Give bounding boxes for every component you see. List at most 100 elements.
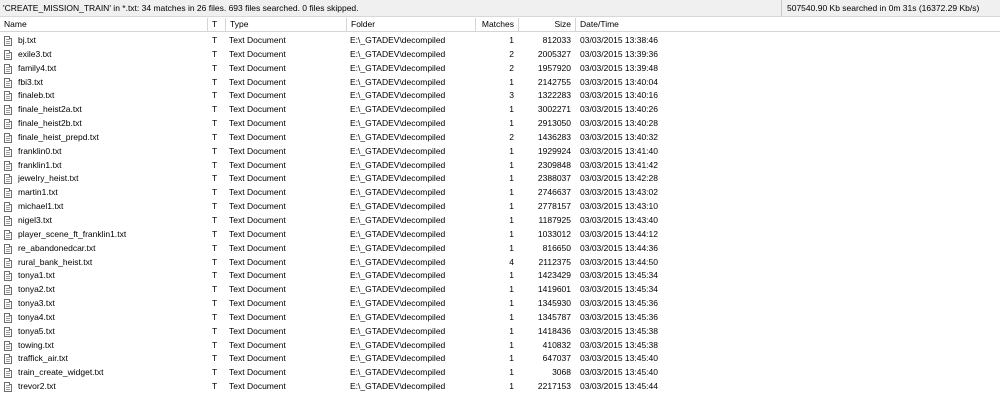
column-header-name[interactable]: Name <box>0 18 208 31</box>
row-size: 410832 <box>542 339 571 350</box>
table-row[interactable]: martin1.txt T Text Document E:\_GTADEV\deco… <box>0 186 1000 200</box>
row-datetime: 03/03/2015 13:42:28 <box>580 173 658 184</box>
row-size: 2309848 <box>537 159 571 170</box>
table-row[interactable]: rural_bank_heist.txt T Text Document E:\_GT… <box>0 256 1000 270</box>
text-file-icon <box>4 160 12 171</box>
table-row[interactable]: tonya2.txt T Text Document E:\_GTADEV\decom… <box>0 283 1000 297</box>
column-header-t[interactable]: T <box>208 18 226 31</box>
size-summary-text: 507540.90 Kb searched in 0m 31s (16372.2… <box>787 3 980 13</box>
row-matches: 1 <box>509 35 514 45</box>
row-folder: E:\_GTADEV\decompiled <box>350 367 446 378</box>
table-row[interactable]: franklin1.txt T Text Document E:\_GTADEV\de… <box>0 159 1000 173</box>
table-row[interactable]: train_create_widget.txt T Text Document E:\… <box>0 366 1000 380</box>
text-file-icon <box>4 340 12 351</box>
row-file-name: tonya3.txt <box>18 298 55 309</box>
row-datetime: 03/03/2015 13:43:40 <box>580 214 658 225</box>
row-size: 1418436 <box>537 325 571 336</box>
row-folder: E:\_GTADEV\decompiled <box>350 228 446 239</box>
row-size: 2142755 <box>537 76 571 87</box>
table-row[interactable]: tonya3.txt T Text Document E:\_GTADEV\decom… <box>0 297 1000 311</box>
table-row[interactable]: exile3.txt T Text Document E:\_GTADEV\decom… <box>0 48 1000 62</box>
table-row[interactable]: jewelry_heist.txt T Text Document E:\_GTADE… <box>0 172 1000 186</box>
row-datetime: 03/03/2015 13:40:26 <box>580 104 658 115</box>
table-row[interactable]: finale_heist2a.txt T Text Document E:\_GTAD… <box>0 103 1000 117</box>
table-row[interactable]: tonya5.txt T Text Document E:\_GTADEV\decom… <box>0 325 1000 339</box>
row-folder: E:\_GTADEV\decompiled <box>350 298 446 309</box>
row-folder: E:\_GTADEV\decompiled <box>350 145 446 156</box>
row-matches: 1 <box>509 173 514 184</box>
row-file-name: finale_heist2a.txt <box>18 104 82 115</box>
row-matches: 1 <box>509 228 514 239</box>
text-file-icon <box>4 215 12 226</box>
row-type: Text Document <box>229 48 286 59</box>
row-size: 2217153 <box>537 381 571 392</box>
column-header-datetime[interactable]: Date/Time <box>576 18 1000 31</box>
column-header-type[interactable]: Type <box>226 18 347 31</box>
row-folder: E:\_GTADEV\decompiled <box>350 104 446 115</box>
row-folder: E:\_GTADEV\decompiled <box>350 48 446 59</box>
results-list: bj.txt T Text Document E:\_GTADEV\decompile… <box>0 34 1000 394</box>
row-type: Text Document <box>229 35 286 45</box>
table-row[interactable]: finale_heist2b.txt T Text Document E:\_GTAD… <box>0 117 1000 131</box>
table-row[interactable]: player_scene_ft_franklin1.txt T Text Docum… <box>0 228 1000 242</box>
row-datetime: 03/03/2015 13:38:46 <box>580 35 658 45</box>
row-datetime: 03/03/2015 13:43:10 <box>580 201 658 212</box>
row-matches: 1 <box>509 367 514 378</box>
row-datetime: 03/03/2015 13:45:34 <box>580 270 658 281</box>
text-file-icon <box>4 229 12 240</box>
table-row[interactable]: finaleb.txt T Text Document E:\_GTADEV\deco… <box>0 89 1000 103</box>
row-matches: 1 <box>509 145 514 156</box>
row-folder: E:\_GTADEV\decompiled <box>350 256 446 267</box>
table-row[interactable]: fbi3.txt T Text Document E:\_GTADEV\decompi… <box>0 76 1000 90</box>
table-row[interactable]: family4.txt T Text Document E:\_GTADEV\deco… <box>0 62 1000 76</box>
column-header-folder[interactable]: Folder <box>347 18 476 31</box>
row-t: T <box>212 353 218 364</box>
row-datetime: 03/03/2015 13:45:40 <box>580 353 658 364</box>
row-t: T <box>212 381 218 392</box>
column-header-size[interactable]: Size <box>519 18 576 31</box>
table-row[interactable]: nigel3.txt T Text Document E:\_GTADEV\decom… <box>0 214 1000 228</box>
row-type: Text Document <box>229 325 286 336</box>
table-row[interactable]: trevor2.txt T Text Document E:\_GTADEV\deco… <box>0 380 1000 394</box>
table-row[interactable]: franklin0.txt T Text Document E:\_GTADEV\de… <box>0 145 1000 159</box>
row-file-name: trevor2.txt <box>18 381 56 392</box>
row-file-name: towing.txt <box>18 339 54 350</box>
column-header-matches[interactable]: Matches <box>476 18 519 31</box>
row-type: Text Document <box>229 187 286 198</box>
row-matches: 1 <box>509 201 514 212</box>
row-datetime: 03/03/2015 13:40:04 <box>580 76 658 87</box>
row-t: T <box>212 159 218 170</box>
table-row[interactable]: re_abandonedcar.txt T Text Document E:\_GTA… <box>0 242 1000 256</box>
table-row[interactable]: tonya4.txt T Text Document E:\_GTADEV\decom… <box>0 311 1000 325</box>
text-file-icon <box>4 382 12 393</box>
row-size: 1423429 <box>537 270 571 281</box>
row-type: Text Document <box>229 104 286 115</box>
row-folder: E:\_GTADEV\decompiled <box>350 90 446 101</box>
row-t: T <box>212 201 218 212</box>
row-t: T <box>212 325 218 336</box>
row-file-name: tonya2.txt <box>18 284 55 295</box>
table-row[interactable]: michael1.txt T Text Document E:\_GTADEV\dec… <box>0 200 1000 214</box>
row-type: Text Document <box>229 228 286 239</box>
row-matches: 1 <box>509 76 514 87</box>
text-file-icon <box>4 368 12 379</box>
row-file-name: re_abandonedcar.txt <box>18 242 96 253</box>
table-row[interactable]: traffick_air.txt T Text Document E:\_GTADEV… <box>0 352 1000 366</box>
row-file-name: train_create_widget.txt <box>18 367 104 378</box>
row-folder: E:\_GTADEV\decompiled <box>350 201 446 212</box>
row-matches: 1 <box>509 381 514 392</box>
text-file-icon <box>4 271 12 282</box>
row-size: 1187925 <box>538 214 571 225</box>
table-row[interactable]: towing.txt T Text Document E:\_GTADEV\decom… <box>0 339 1000 353</box>
table-row[interactable]: tonya1.txt T Text Document E:\_GTADEV\decom… <box>0 269 1000 283</box>
text-file-icon <box>4 105 12 116</box>
table-row[interactable]: bj.txt T Text Document E:\_GTADEV\decompile… <box>0 34 1000 48</box>
row-file-name: nigel3.txt <box>18 214 53 225</box>
row-type: Text Document <box>229 256 286 267</box>
row-datetime: 03/03/2015 13:43:02 <box>580 187 658 198</box>
row-file-name: finaleb.txt <box>18 90 55 101</box>
row-t: T <box>212 104 218 115</box>
table-row[interactable]: finale_heist_prepd.txt T Text Document E:\_… <box>0 131 1000 145</box>
row-file-name: tonya5.txt <box>18 325 55 336</box>
row-file-name: bj.txt <box>18 35 36 45</box>
